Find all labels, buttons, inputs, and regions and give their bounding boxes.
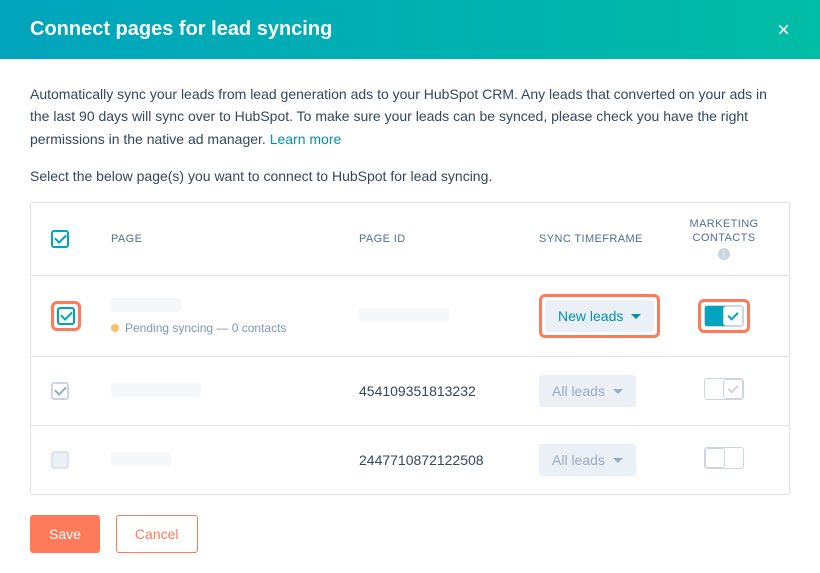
chevron-down-icon xyxy=(613,389,623,394)
sync-timeframe-dropdown[interactable]: All leads xyxy=(539,375,636,407)
status-dot-icon xyxy=(111,324,119,332)
row-checkbox[interactable] xyxy=(51,451,69,469)
row-checkbox[interactable] xyxy=(57,307,75,325)
chevron-down-icon xyxy=(613,458,623,463)
table-row: 2447710872122508 All leads xyxy=(31,426,789,494)
modal-title: Connect pages for lead syncing xyxy=(30,18,332,41)
column-marketing-contacts-label: MARKETING CONTACTS xyxy=(679,217,769,246)
page-name-redacted xyxy=(111,298,181,312)
marketing-contacts-toggle[interactable] xyxy=(704,378,744,400)
column-page-id: PAGE ID xyxy=(359,233,539,245)
pending-status: Pending syncing — 0 contacts xyxy=(111,321,359,335)
highlight-dropdown: New leads xyxy=(539,294,660,338)
table-header: PAGE PAGE ID SYNC TIMEFRAME MARKETING CO… xyxy=(31,203,789,276)
highlight-checkbox xyxy=(51,301,81,331)
save-button[interactable]: Save xyxy=(30,515,100,553)
description-main: Automatically sync your leads from lead … xyxy=(30,86,767,147)
modal-footer: Save Cancel xyxy=(0,495,820,573)
page-id-cell xyxy=(359,308,539,325)
column-sync-timeframe: SYNC TIMEFRAME xyxy=(539,233,679,245)
table-row: 454109351813232 All leads xyxy=(31,357,789,426)
dropdown-label: All leads xyxy=(552,452,605,468)
modal-body: Automatically sync your leads from lead … xyxy=(0,59,820,495)
pending-text: Pending syncing — 0 contacts xyxy=(125,321,286,335)
row-checkbox[interactable] xyxy=(51,382,69,400)
header-checkbox-cell xyxy=(51,230,111,248)
modal-header: Connect pages for lead syncing × xyxy=(0,0,820,59)
page-id-cell: 454109351813232 xyxy=(359,383,539,399)
page-id-cell: 2447710872122508 xyxy=(359,452,539,468)
chevron-down-icon xyxy=(631,314,641,319)
sync-timeframe-dropdown[interactable]: New leads xyxy=(545,300,654,332)
description-text: Automatically sync your leads from lead … xyxy=(30,83,790,150)
subheading: Select the below page(s) you want to con… xyxy=(30,168,790,184)
info-icon[interactable]: i xyxy=(718,248,730,260)
page-name-redacted xyxy=(111,452,171,466)
page-id-redacted xyxy=(359,308,449,322)
table-row: Pending syncing — 0 contacts New leads xyxy=(31,276,789,357)
close-icon[interactable]: × xyxy=(777,19,790,41)
dropdown-label: All leads xyxy=(552,383,605,399)
select-all-checkbox[interactable] xyxy=(51,230,69,248)
sync-timeframe-dropdown[interactable]: All leads xyxy=(539,444,636,476)
cancel-button[interactable]: Cancel xyxy=(116,515,198,553)
learn-more-link[interactable]: Learn more xyxy=(270,131,342,147)
page-name-redacted xyxy=(111,383,201,397)
highlight-toggle xyxy=(698,299,750,333)
marketing-contacts-toggle[interactable] xyxy=(704,447,744,469)
dropdown-label: New leads xyxy=(558,308,623,324)
column-page: PAGE xyxy=(111,233,359,245)
marketing-contacts-toggle[interactable] xyxy=(704,305,744,327)
column-marketing-contacts: MARKETING CONTACTS i xyxy=(679,217,769,261)
pages-table: PAGE PAGE ID SYNC TIMEFRAME MARKETING CO… xyxy=(30,202,790,495)
